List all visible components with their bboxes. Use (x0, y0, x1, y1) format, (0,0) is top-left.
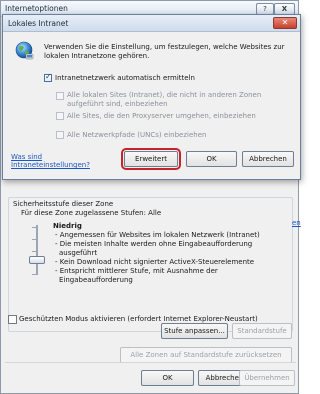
allowed-levels-label: Für diese Zone zugelassene Stufen: Alle (21, 209, 162, 217)
zone-sites-link-fragment[interactable]: en (292, 219, 301, 227)
include-proxy-bypass-checkbox[interactable] (56, 112, 64, 120)
slider-tick (32, 239, 36, 240)
reset-all-zones-button[interactable]: Alle Zonen auf Standardstufe zurücksetze… (120, 347, 292, 363)
slider-tick (32, 251, 36, 252)
include-local-sites-checkbox[interactable] (56, 92, 64, 100)
intranet-globe-icon (15, 41, 34, 60)
dialog-intro-text: Verwenden Sie die Einstellung, um festzu… (44, 43, 285, 60)
dialog-cancel-button[interactable]: Abbrechen (242, 151, 294, 167)
apply-button[interactable]: Übernehmen (239, 370, 295, 386)
local-intranet-dialog: Lokales Intranet ✕ Verwenden Sie die Ein… (2, 14, 301, 180)
security-slider-track[interactable] (36, 225, 38, 275)
auto-detect-checkbox[interactable] (44, 72, 52, 82)
dialog-titlebar: Lokales Intranet ✕ (3, 15, 300, 32)
slider-tick (32, 227, 36, 228)
dialog-title: Lokales Intranet (8, 19, 69, 28)
auto-detect-label: Intranetnetzwerk automatisch ermitteln (55, 74, 195, 82)
bottom-separator (5, 362, 296, 363)
level-description-line: Eingabeaufforderung (59, 276, 133, 284)
level-description-line: - Die meisten Inhalte werden ohne Eingab… (55, 240, 253, 248)
level-description-line: - Kein Download nicht signierter ActiveX… (55, 258, 255, 266)
slider-tick (32, 274, 36, 275)
include-unc-paths-checkbox[interactable] (56, 131, 64, 139)
security-level-name: Niedrig (53, 222, 82, 230)
security-slider-thumb[interactable] (29, 256, 45, 264)
include-local-sites-label: Alle lokalen Sites (Intranet), die nicht… (67, 91, 262, 108)
security-level-title: Sicherheitsstufe dieser Zone (13, 200, 114, 208)
default-level-button[interactable]: Standardstufe (232, 323, 292, 339)
dialog-close-button[interactable]: ✕ (273, 17, 297, 29)
outer-window-title: Internetoptionen (5, 4, 68, 13)
custom-level-button[interactable]: Stufe anpassen... (161, 323, 228, 339)
dialog-ok-button[interactable]: OK (186, 151, 237, 167)
protected-mode-label: Geschützten Modus aktivieren (erfordert … (19, 315, 258, 323)
level-description-line: - Angemessen für Websites im lokalen Net… (55, 231, 260, 239)
include-unc-paths-label: Alle Netzwerkpfade (UNCs) einbeziehen (67, 131, 207, 139)
level-description-line: - Entspricht mittlerer Stufe, mit Ausnah… (55, 267, 218, 275)
intranet-settings-help-link[interactable]: Was sind Intraneteinstellungen? (11, 153, 101, 169)
protected-mode-checkbox[interactable] (8, 315, 17, 324)
advanced-button[interactable]: Erweitert (121, 148, 181, 170)
outer-ok-button[interactable]: OK (141, 370, 194, 386)
level-description-line: ausgeführt (59, 249, 98, 257)
include-proxy-bypass-label: Alle Sites, die den Proxyserver umgehen,… (67, 112, 256, 120)
